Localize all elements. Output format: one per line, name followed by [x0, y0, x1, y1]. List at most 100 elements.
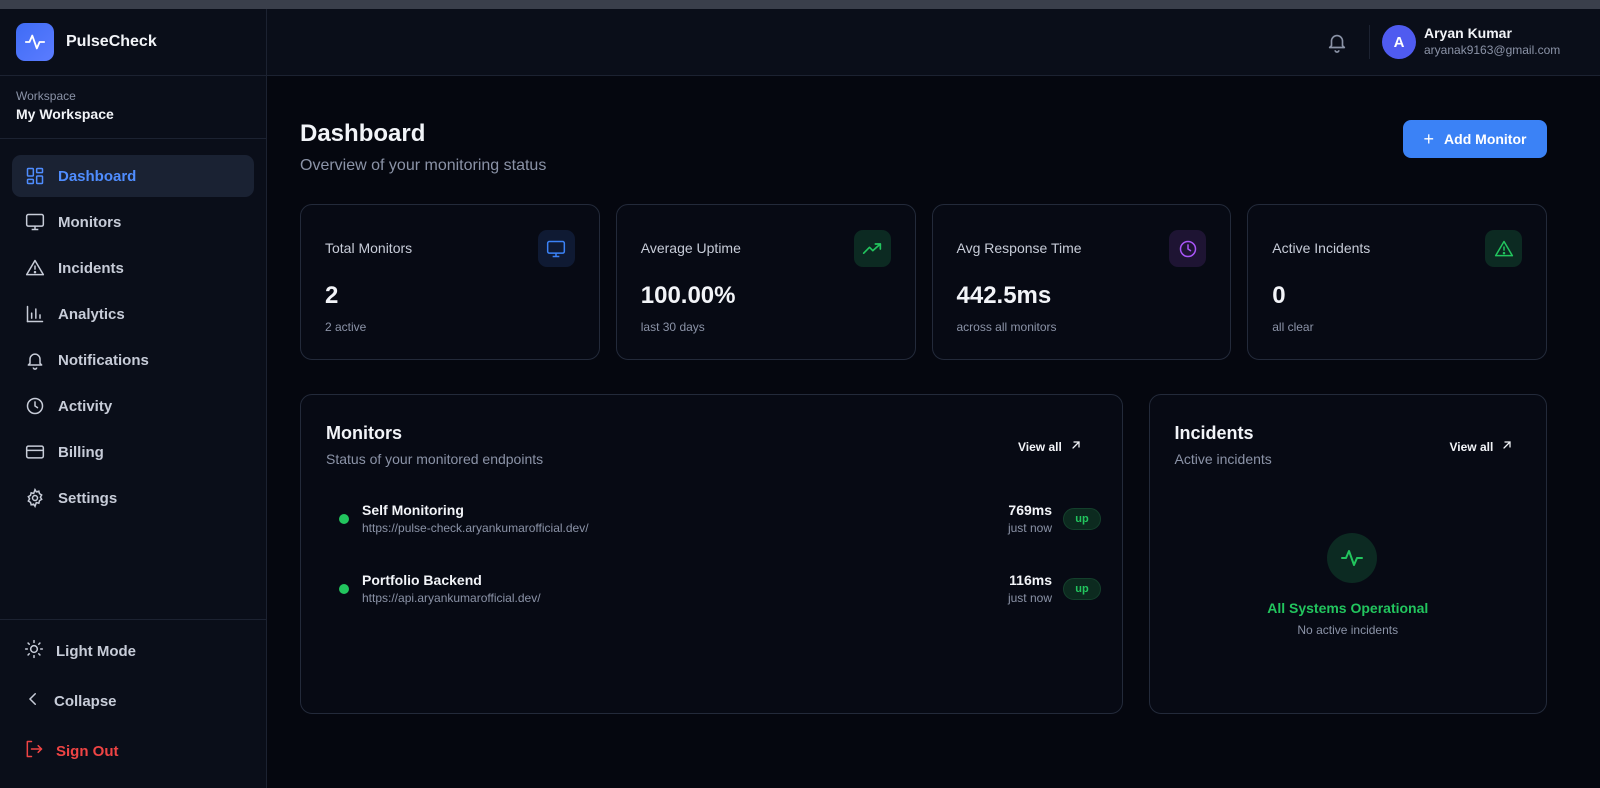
sidebar: PulseCheck Workspace My Workspace Dashbo… [0, 9, 267, 788]
bar-chart-icon [24, 303, 46, 325]
user-email: aryanak9163@gmail.com [1424, 43, 1561, 57]
arrow-up-right-icon [1070, 439, 1082, 454]
empty-state-subtitle: No active incidents [1297, 623, 1399, 637]
dashboard-icon [24, 165, 46, 187]
trending-up-icon [853, 230, 891, 267]
empty-state-title: All Systems Operational [1267, 600, 1429, 616]
avatar[interactable]: A [1382, 25, 1416, 59]
notifications-bell-icon[interactable] [1326, 31, 1348, 53]
sidebar-item-analytics[interactable]: Analytics [12, 293, 254, 335]
sidebar-item-dashboard[interactable]: Dashboard [12, 155, 254, 197]
add-monitor-label: Add Monitor [1444, 131, 1527, 147]
stat-value: 442.5ms [956, 282, 1052, 309]
logout-icon [24, 739, 44, 764]
sidebar-item-notifications[interactable]: Notifications [12, 339, 254, 381]
monitors-panel: Monitors Status of your monitored endpoi… [300, 394, 1123, 714]
sidebar-item-incidents[interactable]: Incidents [12, 247, 254, 289]
stat-value: 0 [1272, 282, 1286, 309]
light-mode-toggle[interactable]: Light Mode [12, 630, 254, 672]
monitor-response-time: 769ms [1008, 502, 1052, 518]
main-area: A Aryan Kumar aryanak9163@gmail.com Dash… [267, 9, 1600, 788]
sign-out-button[interactable]: Sign Out [12, 730, 254, 772]
clock-icon [24, 395, 46, 417]
collapse-label: Collapse [54, 692, 117, 710]
brand[interactable]: PulseCheck [0, 9, 266, 76]
stat-card-total-monitors: Total Monitors 2 2 active [300, 204, 600, 360]
view-all-label: View all [1449, 439, 1494, 454]
status-dot [339, 584, 349, 594]
monitor-name: Portfolio Backend [362, 572, 482, 588]
sidebar-item-label: Settings [58, 489, 118, 507]
monitor-response-time: 116ms [1009, 572, 1052, 588]
sidebar-item-label: Notifications [58, 351, 149, 369]
monitor-last-checked: just now [1007, 521, 1052, 535]
workspace-selector[interactable]: Workspace My Workspace [0, 76, 266, 139]
status-dot [339, 514, 349, 524]
sign-out-label: Sign Out [56, 742, 119, 760]
warning-icon [24, 257, 46, 279]
status-badge: up [1063, 508, 1101, 530]
window-top-strip [0, 0, 1600, 9]
monitor-url: https://pulse-check.aryankumarofficial.d… [362, 521, 589, 535]
status-badge: up [1063, 578, 1101, 600]
monitor-url: https://api.aryankumarofficial.dev/ [362, 591, 541, 605]
user-name: Aryan Kumar [1424, 25, 1512, 41]
sidebar-item-monitors[interactable]: Monitors [12, 201, 254, 243]
top-header: A Aryan Kumar aryanak9163@gmail.com [267, 9, 1600, 76]
monitor-icon [24, 211, 46, 233]
incidents-panel: Incidents Active incidents View all All … [1148, 394, 1547, 714]
stat-card-active-incidents: Active Incidents 0 all clear [1247, 204, 1547, 360]
panel-title: Monitors [326, 423, 402, 443]
panel-title: Incidents [1174, 423, 1254, 443]
panel-subtitle: Status of your monitored endpoints [326, 451, 544, 467]
bell-icon [24, 349, 46, 371]
view-all-label: View all [1018, 439, 1062, 454]
sidebar-item-label: Activity [58, 397, 113, 415]
sidebar-item-settings[interactable]: Settings [12, 477, 254, 519]
page-subtitle: Overview of your monitoring status [300, 157, 547, 174]
sidebar-item-activity[interactable]: Activity [12, 385, 254, 427]
sidebar-item-label: Analytics [58, 305, 125, 323]
add-monitor-button[interactable]: + Add Monitor [1403, 120, 1547, 158]
plus-icon: + [1423, 128, 1435, 149]
monitor-row[interactable]: Self Monitoring https://pulse-check.arya… [326, 499, 1112, 539]
stat-card-avg-response-time: Avg Response Time 442.5ms across all mon… [931, 204, 1232, 360]
page-title: Dashboard [300, 120, 426, 147]
stat-subtext: all clear [1272, 320, 1314, 334]
monitor-last-checked: just now [1007, 591, 1052, 605]
sidebar-item-label: Billing [58, 443, 104, 461]
stats-row: Total Monitors 2 2 active Average Uptime… [300, 204, 1547, 360]
stat-card-average-uptime: Average Uptime 100.00% last 30 days [615, 204, 916, 360]
gear-icon [24, 487, 46, 509]
stat-subtext: 2 active [325, 320, 367, 334]
light-mode-label: Light Mode [56, 642, 136, 660]
sidebar-item-billing[interactable]: Billing [12, 431, 254, 473]
monitor-name: Self Monitoring [362, 502, 464, 518]
panels-row: Monitors Status of your monitored endpoi… [300, 394, 1547, 714]
monitor-row[interactable]: Portfolio Backend https://api.aryankumar… [326, 569, 1112, 609]
arrow-up-right-icon [1501, 439, 1513, 454]
sidebar-footer: Light Mode Collapse Sign Out [0, 619, 266, 788]
collapse-button[interactable]: Collapse [12, 680, 254, 722]
workspace-label: Workspace [16, 89, 76, 103]
header-divider [1369, 25, 1370, 59]
app-name: PulseCheck [66, 33, 157, 50]
credit-card-icon [24, 441, 46, 463]
pulse-icon [1326, 533, 1377, 583]
stat-value: 100.00% [640, 282, 736, 309]
monitor-icon [537, 230, 575, 267]
sidebar-item-label: Incidents [58, 259, 124, 277]
sidebar-item-label: Monitors [58, 213, 122, 231]
sidebar-nav: Dashboard Monitors Incidents Analytics N… [0, 139, 266, 519]
sidebar-item-label: Dashboard [58, 167, 137, 185]
sun-icon [24, 639, 44, 664]
monitors-view-all-link[interactable]: View all [1018, 439, 1082, 454]
clock-icon [1169, 230, 1207, 267]
app-shell: PulseCheck Workspace My Workspace Dashbo… [0, 9, 1600, 788]
warning-icon [1485, 230, 1522, 267]
incidents-view-all-link[interactable]: View all [1450, 439, 1514, 454]
pulse-logo-icon [16, 23, 54, 61]
stat-subtext: last 30 days [640, 320, 705, 334]
stat-value: 2 [325, 282, 339, 309]
workspace-name: My Workspace [16, 106, 114, 122]
